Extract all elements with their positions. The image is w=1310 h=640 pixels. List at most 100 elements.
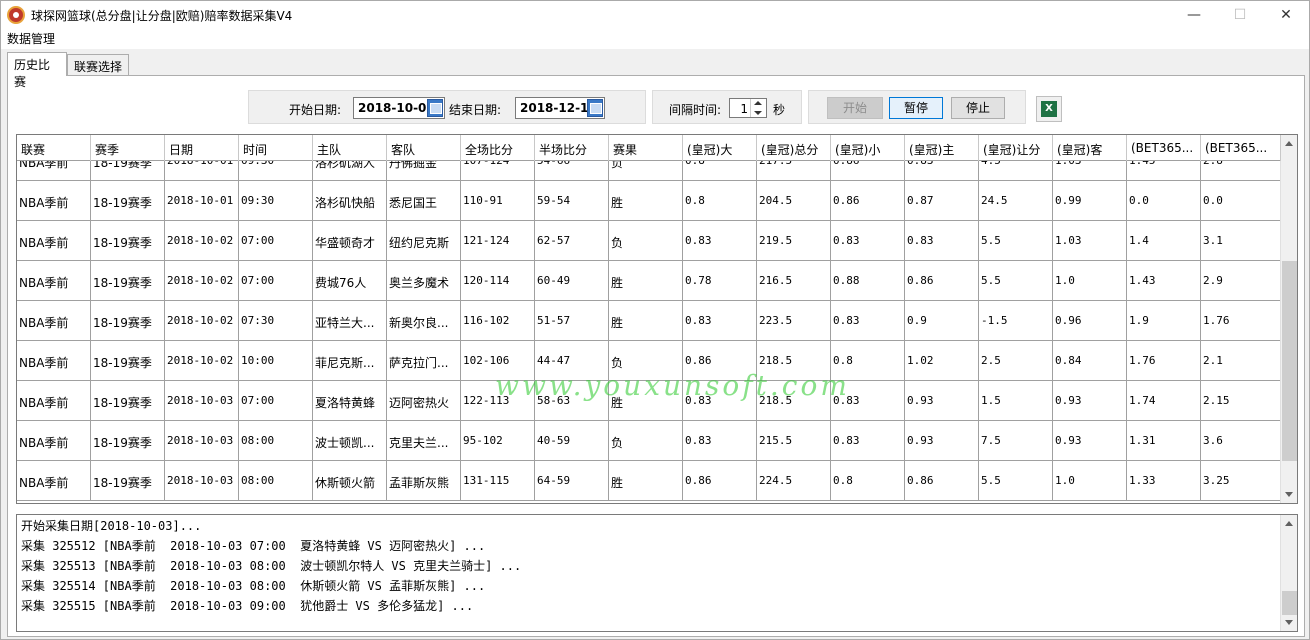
column-header[interactable]: 主队: [313, 135, 387, 161]
table-cell: 孟菲斯灰熊: [387, 461, 461, 501]
table-cell: 负: [609, 341, 683, 381]
log-line: 采集 325513 [NBA季前 2018-10-03 08:00 波士顿凯尔特…: [21, 559, 522, 573]
scroll-up-icon[interactable]: [1285, 141, 1293, 146]
column-header[interactable]: 客队: [387, 135, 461, 161]
column-header[interactable]: (皇冠)小: [831, 135, 905, 161]
column-header[interactable]: 日期: [165, 135, 239, 161]
scroll-down-icon[interactable]: [1285, 620, 1293, 625]
arrow-up-icon[interactable]: [754, 101, 762, 105]
table-cell: 萨克拉门...: [387, 341, 461, 381]
start-date-value: 2018-10-01: [358, 101, 435, 115]
table-cell: 3.6: [1201, 421, 1281, 461]
table-cell: 131-115: [461, 461, 535, 501]
calendar-icon[interactable]: [587, 99, 603, 117]
stop-button[interactable]: 停止: [951, 97, 1005, 119]
table-row[interactable]: NBA季前 18-19赛季 2018-10-02 10:00 菲尼克斯... 萨克拉门..…: [17, 341, 1281, 381]
arrow-down-icon[interactable]: [754, 111, 762, 115]
export-excel-button[interactable]: X: [1036, 96, 1062, 122]
table-cell: 菲尼克斯...: [313, 341, 387, 381]
table-cell: 新奥尔良...: [387, 301, 461, 341]
window-title: 球探网篮球(总分盘|让分盘|欧赔)赔率数据采集V4: [31, 9, 293, 23]
scroll-down-icon[interactable]: [1285, 492, 1293, 497]
table-cell: 121-124: [461, 221, 535, 261]
table-cell: 1.0: [1053, 461, 1127, 501]
column-header[interactable]: (皇冠)大: [683, 135, 757, 161]
minimize-button[interactable]: —: [1171, 1, 1217, 29]
column-header[interactable]: 赛季: [91, 135, 165, 161]
table-cell: 5.5: [979, 461, 1053, 501]
menu-data-management[interactable]: 数据管理: [7, 30, 55, 47]
column-header[interactable]: 赛果: [609, 135, 683, 161]
table-cell: 18-19赛季: [91, 181, 165, 221]
interval-group: 间隔时间: 1 秒: [652, 90, 802, 124]
table-cell: 44-47: [535, 341, 609, 381]
table-row[interactable]: NBA季前 18-19赛季 2018-10-02 07:30 亚特兰大... 新奥尔良..…: [17, 301, 1281, 341]
maximize-button[interactable]: ☐: [1217, 1, 1263, 29]
table-row[interactable]: NBA季前 18-19赛季 2018-10-03 08:00 休斯顿火箭 孟菲斯灰熊 131…: [17, 461, 1281, 501]
table-cell: 1.33: [1127, 461, 1201, 501]
table-cell: 0.93: [905, 421, 979, 461]
table-cell: 218.5: [757, 381, 831, 421]
table-row[interactable]: NBA季前 18-19赛季 2018-10-02 07:00 华盛顿奇才 纽约尼克斯 121…: [17, 221, 1281, 261]
log-scrollbar[interactable]: [1280, 515, 1297, 631]
history-panel: 开始日期: 2018-10-01 结束日期: 2018-12-11 间隔时间: …: [7, 75, 1305, 637]
table-cell: NBA季前: [17, 381, 91, 421]
stepper-arrows[interactable]: [750, 99, 766, 117]
close-button[interactable]: ✕: [1263, 1, 1309, 29]
table-cell: 1.03: [1053, 221, 1127, 261]
scroll-thumb[interactable]: [1282, 591, 1297, 615]
tab-history-matches[interactable]: 历史比赛: [7, 52, 67, 89]
table-row[interactable]: NBA季前 18-19赛季 2018-10-03 07:00 夏洛特黄蜂 迈阿密热火 122…: [17, 381, 1281, 421]
table-cell: 0.0: [1201, 181, 1281, 221]
scroll-up-icon[interactable]: [1285, 521, 1293, 526]
column-header[interactable]: 时间: [239, 135, 313, 161]
table-cell: 0.96: [1053, 301, 1127, 341]
column-header[interactable]: (皇冠)主: [905, 135, 979, 161]
date-range-group: 开始日期: 2018-10-01 结束日期: 2018-12-11: [248, 90, 646, 124]
start-date-picker[interactable]: 2018-10-01: [353, 97, 445, 119]
title-bar[interactable]: 球探网篮球(总分盘|让分盘|欧赔)赔率数据采集V4 — ☐ ✕: [1, 1, 1309, 29]
table-cell: 219.5: [757, 221, 831, 261]
table-row[interactable]: NBA季前 18-19赛季 2018-10-03 08:00 波士顿凯... 克里夫兰..…: [17, 421, 1281, 461]
table-cell: 2018-10-01: [165, 181, 239, 221]
table-cell: 102-106: [461, 341, 535, 381]
table-cell: 18-19赛季: [91, 221, 165, 261]
table-cell: 64-59: [535, 461, 609, 501]
interval-stepper[interactable]: 1: [729, 98, 767, 118]
table-cell: 62-57: [535, 221, 609, 261]
table-cell: 120-114: [461, 261, 535, 301]
table-cell: 华盛顿奇才: [313, 221, 387, 261]
column-header[interactable]: (BET365...: [1127, 135, 1201, 161]
pause-button[interactable]: 暂停: [889, 97, 943, 119]
table-cell: 40-59: [535, 421, 609, 461]
table-cell: NBA季前: [17, 261, 91, 301]
table-cell: 0.93: [1053, 381, 1127, 421]
match-grid[interactable]: 联赛 赛季 日期 时间 主队 客队 全场比分 半场比分 赛果 (皇冠)大 (皇冠)总分 (皇冠)小 (皇…: [16, 134, 1298, 504]
scroll-thumb[interactable]: [1282, 261, 1297, 461]
column-header[interactable]: (皇冠)总分: [757, 135, 831, 161]
table-cell: 0.83: [683, 221, 757, 261]
log-output[interactable]: 开始采集日期[2018-10-03]... 采集 325512 [NBA季前 2…: [16, 514, 1298, 632]
column-header[interactable]: 联赛: [17, 135, 91, 161]
column-header[interactable]: (皇冠)让分: [979, 135, 1053, 161]
column-header[interactable]: 半场比分: [535, 135, 609, 161]
calendar-icon[interactable]: [427, 99, 443, 117]
table-cell: 休斯顿火箭: [313, 461, 387, 501]
tab-league-select[interactable]: 联赛选择: [67, 54, 129, 76]
table-cell: 胜: [609, 181, 683, 221]
table-cell: 1.02: [905, 341, 979, 381]
table-cell: 0.83: [683, 421, 757, 461]
table-cell: 2018-10-02: [165, 221, 239, 261]
table-cell: 08:00: [239, 421, 313, 461]
table-cell: 24.5: [979, 181, 1053, 221]
end-date-picker[interactable]: 2018-12-11: [515, 97, 605, 119]
column-header[interactable]: (皇冠)客: [1053, 135, 1127, 161]
table-cell: 2.1: [1201, 341, 1281, 381]
start-button[interactable]: 开始: [827, 97, 883, 119]
app-logo-icon: [7, 6, 25, 24]
grid-scrollbar[interactable]: [1280, 135, 1297, 503]
table-row[interactable]: NBA季前 18-19赛季 2018-10-01 09:30 洛杉矶快船 悉尼国王 110-…: [17, 181, 1281, 221]
table-row[interactable]: NBA季前 18-19赛季 2018-10-02 07:00 费城76人 奥兰多魔术 120…: [17, 261, 1281, 301]
column-header[interactable]: 全场比分: [461, 135, 535, 161]
column-header[interactable]: (BET365...: [1201, 135, 1281, 161]
